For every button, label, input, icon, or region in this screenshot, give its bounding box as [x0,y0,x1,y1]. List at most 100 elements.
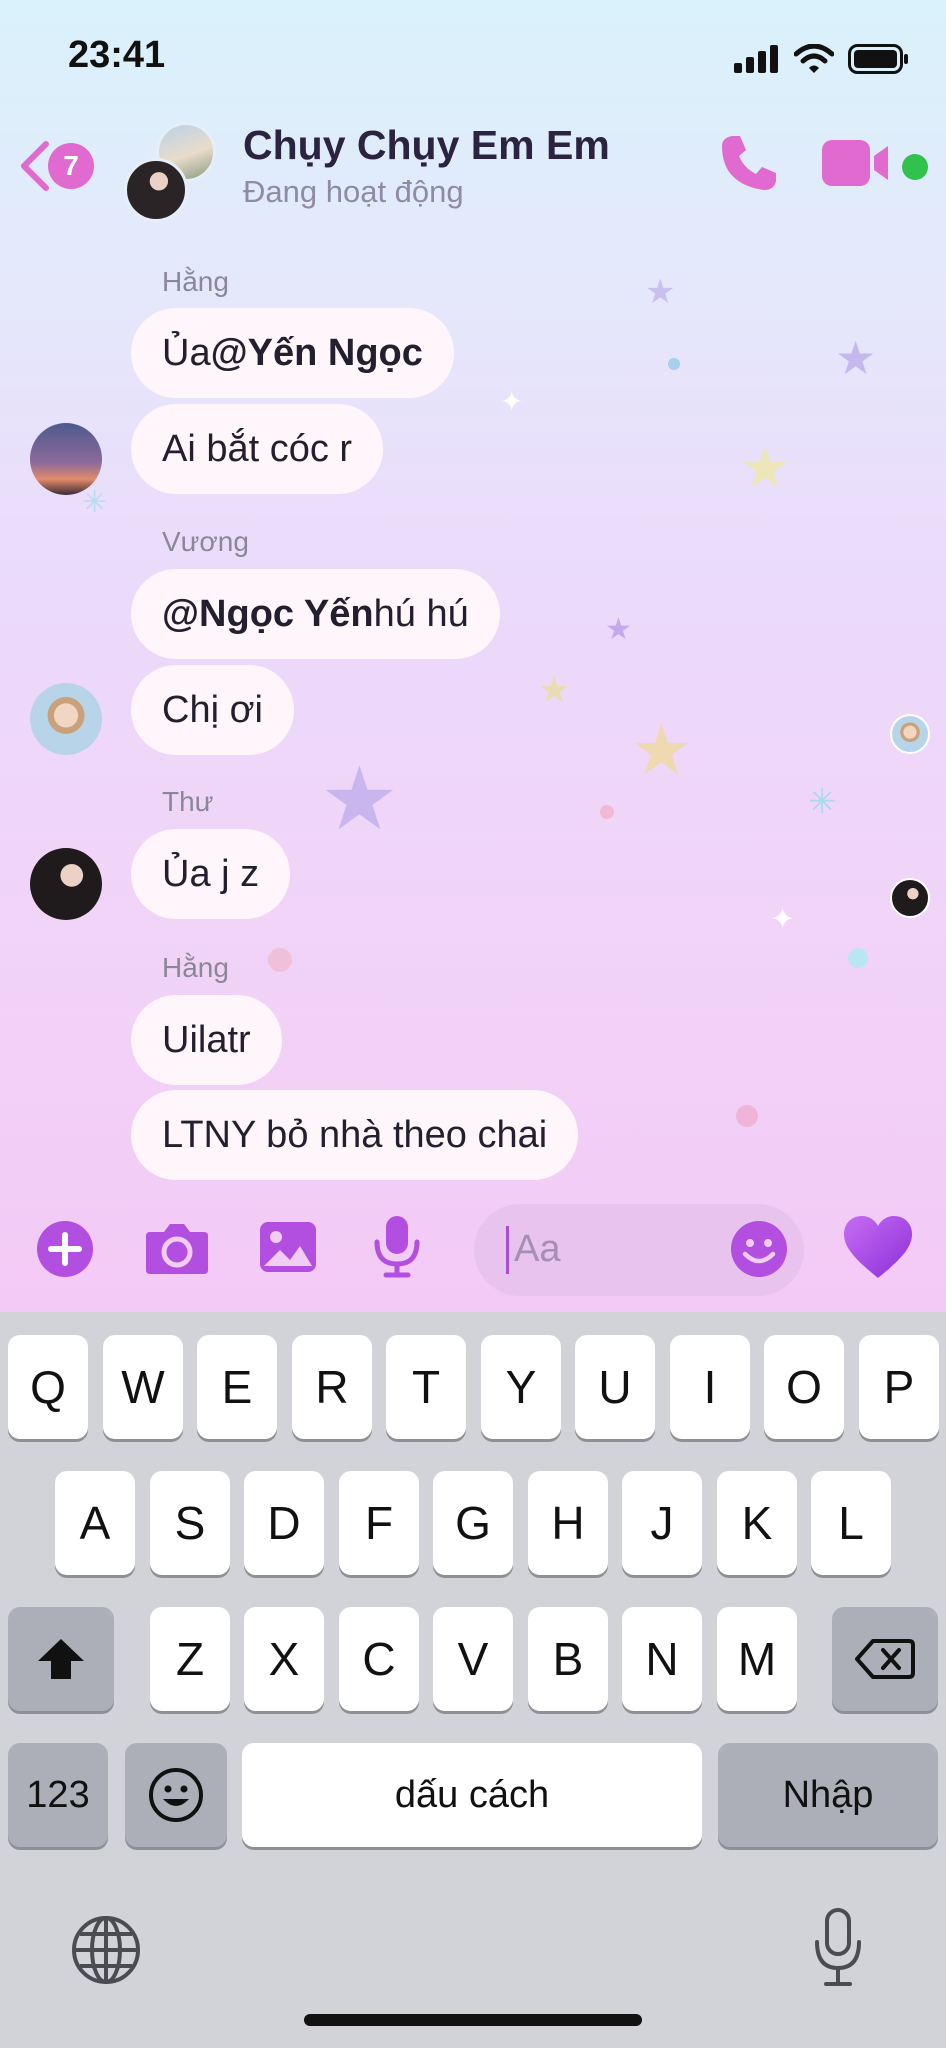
message-bubble[interactable]: Uilatr [131,995,282,1085]
message-text: Ủa [162,331,211,374]
star-decoration: ✦ [770,903,796,936]
message-text: Ủa j z [162,852,260,895]
star-decoration: ✳ [82,486,108,519]
read-receipt-avatar [890,714,930,754]
star-decoration: ★ [538,669,571,710]
key-u[interactable]: U [575,1335,655,1439]
key-d[interactable]: D [244,1471,324,1575]
phone-icon [722,136,776,190]
key-w[interactable]: W [103,1335,183,1439]
sender-name: Hằng [162,952,229,983]
key-j[interactable]: J [622,1471,702,1575]
space-key[interactable]: dấu cách [242,1743,702,1847]
more-actions-button[interactable] [36,1220,94,1283]
backspace-key[interactable] [832,1607,938,1711]
active-status: Đang hoạt động [243,174,464,209]
camera-button[interactable] [144,1220,210,1281]
key-a[interactable]: A [55,1471,135,1575]
emoji-keyboard-key[interactable] [125,1743,227,1847]
key-n[interactable]: N [622,1607,702,1711]
message-bubble[interactable]: Ủa @Yến Ngọc [131,308,454,398]
star-decoration: ✦ [500,386,524,417]
bokeh-dot [848,948,868,968]
wifi-icon [794,44,834,73]
message-input[interactable]: Aa [474,1204,804,1296]
message-text: Chị ơi [162,688,263,731]
cellular-signal-icon [734,45,778,73]
voice-call-button[interactable] [718,132,778,199]
sender-name: Vương [162,526,249,557]
sender-avatar[interactable] [30,683,102,755]
mention[interactable]: @Yến Ngọc [211,332,423,375]
key-q[interactable]: Q [8,1335,88,1439]
online-indicator [902,154,928,180]
send-heart-button[interactable] [842,1214,914,1285]
backspace-icon [855,1639,915,1679]
key-t[interactable]: T [386,1335,466,1439]
sender-avatar[interactable] [30,848,102,920]
video-camera-icon [822,140,888,186]
shift-key[interactable] [8,1607,114,1711]
message-bubble[interactable]: Ai bắt cóc r [131,404,384,494]
key-k[interactable]: K [717,1471,797,1575]
conversation-title[interactable]: Chụy Chụy Em Em [243,122,610,169]
message-text: hú hú [373,592,469,635]
back-button[interactable]: 7 [18,140,94,192]
microphone-icon [815,1908,861,1986]
voice-message-button[interactable] [372,1214,422,1283]
group-avatar[interactable] [124,122,224,222]
video-call-button[interactable] [822,138,892,193]
key-z[interactable]: Z [150,1607,230,1711]
return-key[interactable]: Nhập [718,1743,938,1847]
key-x[interactable]: X [244,1607,324,1711]
star-decoration: ✳ [808,783,837,821]
emoji-button[interactable] [730,1220,788,1283]
bokeh-dot [736,1105,758,1127]
dictation-button[interactable] [812,1908,864,1993]
message-bubble[interactable]: LTNY bỏ nhà theo chai [131,1090,579,1180]
battery-icon [848,44,908,74]
key-y[interactable]: Y [481,1335,561,1439]
star-decoration: ★ [320,749,399,848]
key-r[interactable]: R [292,1335,372,1439]
key-l[interactable]: L [811,1471,891,1575]
message-input-placeholder: Aa [514,1228,561,1270]
read-receipt-avatar [890,878,930,918]
key-m[interactable]: M [717,1607,797,1711]
key-b[interactable]: B [528,1607,608,1711]
heart-icon [844,1216,912,1278]
globe-button[interactable] [70,1914,142,1991]
message-bubble[interactable]: Ủa j z [131,829,291,919]
key-e[interactable]: E [197,1335,277,1439]
key-p[interactable]: P [859,1335,939,1439]
message-composer: Aa [0,1200,946,1312]
key-g[interactable]: G [433,1471,513,1575]
bokeh-dot [268,948,292,972]
gallery-button[interactable] [258,1220,318,1279]
message-bubble[interactable]: Chị ơi [131,665,294,755]
key-c[interactable]: C [339,1607,419,1711]
plus-icon [37,1221,93,1277]
emoji-icon [731,1221,787,1277]
emoji-icon [149,1768,203,1822]
key-o[interactable]: O [764,1335,844,1439]
key-f[interactable]: F [339,1471,419,1575]
key-v[interactable]: V [433,1607,513,1711]
unread-count-badge: 7 [48,143,94,189]
sender-avatar[interactable] [30,423,102,495]
star-decoration: ★ [605,613,632,646]
keyboard: Q W E R T Y U I O P A S D F G H J K L Z … [0,1312,946,2048]
key-i[interactable]: I [670,1335,750,1439]
home-indicator [304,2014,642,2026]
numbers-key[interactable]: 123 [8,1743,108,1847]
key-s[interactable]: S [150,1471,230,1575]
status-icons [734,44,910,74]
key-h[interactable]: H [528,1471,608,1575]
message-text: Uilatr [162,1018,251,1061]
chevron-left-icon [21,141,49,191]
sender-name: Hằng [162,266,229,297]
message-bubble[interactable]: @Ngọc Yến hú hú [131,569,500,659]
camera-icon [146,1224,208,1274]
mention[interactable]: @Ngọc Yến [162,593,374,636]
status-time: 23:41 [68,34,166,76]
